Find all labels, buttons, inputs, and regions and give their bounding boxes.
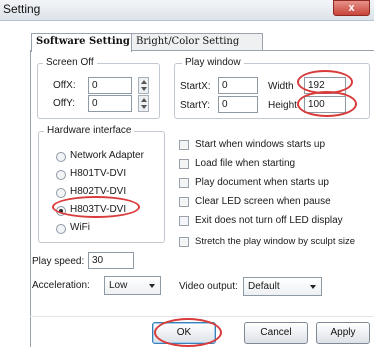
chevron-down-icon bbox=[310, 285, 316, 289]
start-with-windows-checkbox[interactable] bbox=[179, 140, 189, 150]
height-field[interactable]: 100 bbox=[304, 96, 346, 113]
clear-led-label: Clear LED screen when pause bbox=[195, 196, 331, 207]
play-speed-field[interactable]: 30 bbox=[88, 252, 134, 269]
offx-label: OffX: bbox=[53, 80, 76, 91]
window-title: Setting bbox=[3, 2, 41, 16]
h803tv-dvi-label: H803TV-DVI bbox=[70, 204, 127, 215]
play-speed-label: Play speed: bbox=[32, 256, 85, 267]
h802tv-dvi-label: H802TV-DVI bbox=[70, 186, 127, 197]
stretch-window-checkbox[interactable] bbox=[179, 237, 189, 247]
startx-label: StartX: bbox=[180, 81, 211, 92]
load-file-checkbox[interactable] bbox=[179, 159, 189, 169]
tab-label: Software Setting bbox=[36, 36, 130, 47]
start-with-windows-label: Start when windows starts up bbox=[195, 139, 326, 150]
h801tv-dvi-label: H801TV-DVI bbox=[70, 168, 127, 179]
chevron-down-icon bbox=[149, 284, 155, 288]
exit-led-checkbox[interactable] bbox=[179, 216, 189, 226]
exit-led-label: Exit does not turn off LED display bbox=[195, 215, 343, 226]
tab-software-setting[interactable]: Software Setting bbox=[31, 33, 132, 52]
title-bar: Setting x bbox=[0, 0, 374, 21]
ok-button[interactable]: OK bbox=[152, 322, 216, 344]
starty-label: StartY: bbox=[180, 100, 211, 111]
width-field[interactable]: 192 bbox=[304, 77, 346, 94]
play-window-legend: Play window bbox=[182, 57, 244, 68]
offy-spin-arrows-icon[interactable] bbox=[138, 95, 149, 112]
h803tv-dvi-radio[interactable] bbox=[56, 206, 66, 216]
close-icon: x bbox=[348, 2, 355, 14]
play-document-checkbox[interactable] bbox=[179, 178, 189, 188]
acceleration-value: Low bbox=[109, 280, 128, 291]
offy-field[interactable]: 0 bbox=[88, 95, 132, 112]
acceleration-select[interactable]: Low bbox=[104, 276, 161, 295]
close-button[interactable]: x bbox=[333, 0, 370, 16]
height-label: Height bbox=[268, 100, 297, 111]
video-output-label: Video output: bbox=[179, 281, 238, 292]
apply-button[interactable]: Apply bbox=[316, 322, 370, 344]
network-adapter-radio[interactable] bbox=[56, 152, 66, 162]
clear-led-checkbox[interactable] bbox=[179, 197, 189, 207]
video-output-select[interactable]: Default bbox=[243, 277, 322, 296]
offx-field[interactable]: 0 bbox=[88, 77, 132, 94]
starty-field[interactable]: 0 bbox=[218, 96, 258, 113]
video-output-value: Default bbox=[248, 281, 280, 292]
setting-dialog: Setting x Software Setting Bright/Color … bbox=[0, 0, 374, 347]
tab-label: Bright/Color Setting bbox=[136, 36, 240, 47]
network-adapter-label: Network Adapter bbox=[70, 150, 144, 161]
startx-field[interactable]: 0 bbox=[218, 77, 258, 94]
load-file-label: Load file when starting bbox=[195, 158, 296, 169]
play-document-label: Play document when starts up bbox=[195, 177, 329, 188]
acceleration-label: Acceleration: bbox=[32, 280, 90, 291]
offx-spin-arrows-icon[interactable] bbox=[138, 77, 149, 94]
h801tv-dvi-radio[interactable] bbox=[56, 170, 66, 180]
wifi-label: WiFi bbox=[70, 222, 90, 233]
offy-label: OffY: bbox=[53, 98, 76, 109]
separator bbox=[30, 316, 374, 317]
h802tv-dvi-radio[interactable] bbox=[56, 188, 66, 198]
hardware-interface-legend: Hardware interface bbox=[44, 125, 135, 136]
cancel-button[interactable]: Cancel bbox=[244, 322, 308, 344]
width-label: Width bbox=[268, 81, 294, 92]
tab-bright-color-setting[interactable]: Bright/Color Setting bbox=[131, 33, 263, 51]
screen-off-legend: Screen Off bbox=[43, 57, 97, 68]
wifi-radio[interactable] bbox=[56, 224, 66, 234]
stretch-window-label: Stretch the play window by sculpt size bbox=[195, 236, 355, 247]
